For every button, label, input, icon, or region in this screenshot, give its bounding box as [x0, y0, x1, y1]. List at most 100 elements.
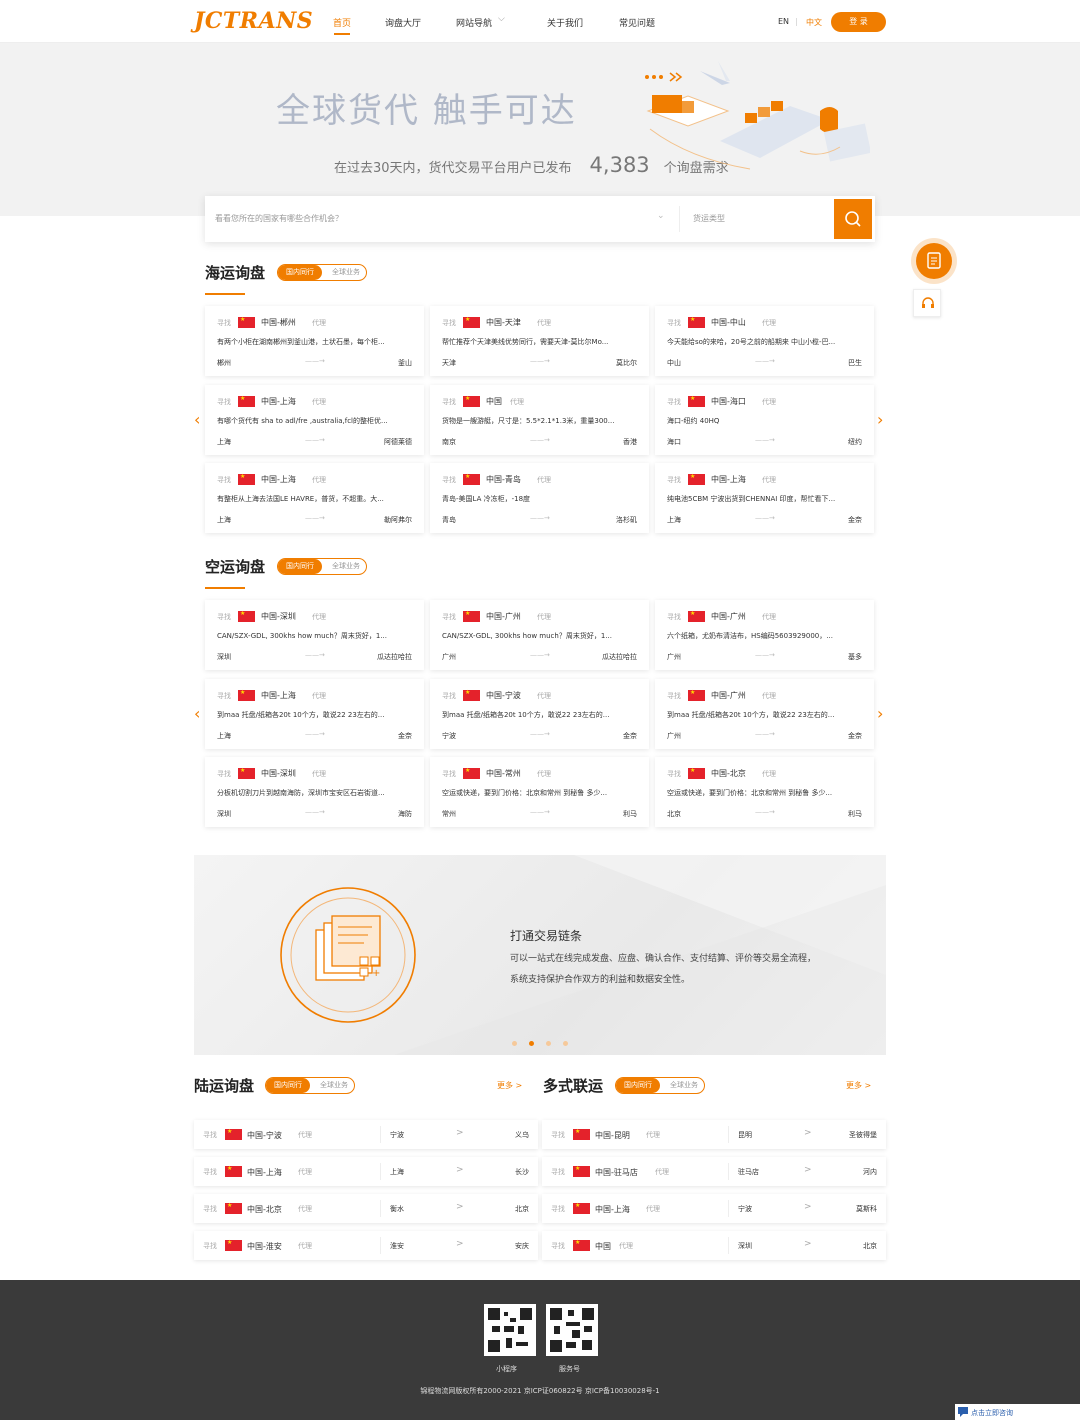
card-role: 代理 — [762, 770, 776, 778]
inquiry-card[interactable]: 寻找 中国-青岛 代理青岛-美国LA 冷冻柜，-18度青岛 ——→ 洛杉矶 — [430, 463, 649, 533]
multimodal-more-link[interactable]: 更多 > — [846, 1080, 871, 1091]
china-flag-icon — [238, 473, 255, 485]
seek-label: 寻找 — [551, 1168, 565, 1176]
row-role: 代理 — [298, 1131, 312, 1139]
search-divider — [679, 206, 680, 232]
carousel-dot[interactable] — [529, 1041, 534, 1046]
route-arrow-icon: ——→ — [305, 729, 325, 738]
card-description: 今天能给so的来哈，20号之前的船期来 中山小榄-巴... — [667, 338, 836, 346]
toggle-domestic[interactable]: 国内同行 — [266, 1078, 310, 1093]
login-button[interactable]: 登 录 — [831, 12, 886, 32]
row-origin: 衡水 — [390, 1205, 404, 1213]
card-role: 代理 — [762, 319, 776, 327]
list-item[interactable]: 寻找 中国-上海 代理 上海 > 长沙 — [194, 1157, 538, 1186]
route-arrow-icon: ——→ — [305, 808, 325, 816]
list-item[interactable]: 寻找 中国-驻马店 代理 驻马店 > 河内 — [542, 1157, 886, 1186]
card-destination: 金奈 — [848, 516, 862, 524]
seek-label: 寻找 — [551, 1242, 565, 1250]
toggle-global[interactable]: 全球业务 — [326, 559, 366, 574]
nav-about[interactable]: 关于我们 — [547, 16, 583, 29]
float-inquiry-button[interactable] — [911, 238, 957, 284]
card-destination: 勒阿弗尔 — [384, 516, 412, 524]
china-flag-icon — [225, 1128, 242, 1140]
toggle-domestic[interactable]: 国内同行 — [278, 559, 322, 574]
inquiry-card[interactable]: 寻找 中国-深圳 代理分板机切割刀片到越南海防，深圳市宝安区石岩街道... 深圳 ——→… — [205, 757, 424, 827]
route-arrow-icon: ——→ — [530, 808, 550, 816]
inquiry-card[interactable]: 寻找 中国-北京 代理空运或快递，要到门价格：北京和常州 到秘鲁 多少... 北京 ——… — [655, 757, 874, 827]
toggle-domestic[interactable]: 国内同行 — [278, 265, 322, 280]
inquiry-card[interactable]: 寻找 中国-郴州 代理有两个小柜在湖南郴州到釜山港，土状石墨，每个柜... 郴州 ——→… — [205, 306, 424, 376]
inquiry-card[interactable]: 寻找 中国-海口 代理海口-纽约 40HQ 海口 ——→ 纽约 — [655, 384, 874, 455]
nav-home[interactable]: 首页 — [333, 16, 351, 29]
china-flag-icon — [238, 689, 255, 701]
inquiry-card[interactable]: 寻找 中国-上海 代理纯电池5CBM 宁波出货到CHENNAI 印度，帮忙看下...… — [655, 463, 874, 533]
list-item[interactable]: 寻找 中国-昆明 代理 昆明 > 圣彼得堡 — [542, 1120, 886, 1149]
logo[interactable]: JCTRANS — [194, 8, 313, 34]
list-item[interactable]: 寻找 中国代理 深圳 > 北京 — [542, 1231, 886, 1260]
row-divider — [380, 1163, 381, 1180]
lang-zh[interactable]: 中文 — [806, 17, 822, 28]
inquiry-card[interactable]: 寻找 中国-广州 代理 CAN/SZX-GDL, 300khs how much？周末… — [430, 600, 649, 670]
card-origin: 上海 — [217, 731, 231, 740]
chevron-right-icon: > — [456, 1202, 464, 1212]
inquiry-card[interactable]: 寻找 中国-深圳 代理 CAN/SZX-GDL, 300khs how much？周末… — [205, 600, 424, 670]
nav-inquiry-hall[interactable]: 询盘大厅 — [385, 16, 421, 29]
toggle-domestic[interactable]: 国内同行 — [616, 1078, 660, 1093]
inquiry-card[interactable]: 寻找 中国-天津 代理帮忙推荐个天津美线优势同行，需要天津-莫比尔Mo... 天津 ——… — [430, 306, 649, 376]
nav-site-navigation[interactable]: 网站导航 — [456, 16, 492, 29]
card-description: 有哪个货代有 sha to adl/fre ,australia,fcl的整柜优… — [217, 416, 388, 425]
list-item[interactable]: 寻找 中国-上海 代理 宁波 > 莫斯科 — [542, 1194, 886, 1223]
toggle-global[interactable]: 全球业务 — [314, 1078, 354, 1093]
list-item[interactable]: 寻找 中国-淮安 代理 淮安 > 安庆 — [194, 1231, 538, 1260]
china-flag-icon — [573, 1202, 590, 1214]
carousel-dot[interactable] — [546, 1041, 551, 1046]
inquiry-card[interactable]: 寻找 中国-常州 代理空运或快递，要到门价格：北京和常州 到秘鲁 多少... 常州 ——… — [430, 757, 649, 827]
seek-label: 寻找 — [203, 1205, 217, 1213]
carousel-dot[interactable] — [512, 1041, 517, 1046]
route-arrow-icon: ——→ — [755, 514, 775, 522]
card-origin: 南京 — [442, 437, 456, 446]
chevron-down-icon[interactable]: ⌄ — [657, 211, 665, 221]
route-arrow-icon: ——→ — [755, 808, 775, 816]
card-origin: 天津 — [442, 359, 456, 367]
chevron-down-icon[interactable]: ⌵ — [498, 14, 505, 24]
seek-label: 寻找 — [217, 613, 231, 621]
china-flag-icon — [225, 1202, 242, 1214]
inquiry-card[interactable]: 寻找 中国-上海 代理有整柜从上海去法国LE HAVRE，普货，不超重。大... 上海… — [205, 463, 424, 533]
card-description: 空运或快递，要到门价格：北京和常州 到秘鲁 多少... — [667, 789, 833, 797]
card-destination: 瓜达拉哈拉 — [377, 653, 412, 661]
card-description: 到maa 托盘/纸箱各20t 10个方，敢说22 23左右的... — [667, 710, 835, 719]
hero-banner: 全球货代 触手可达 在过去30天内，货代交易平台用户已发布 4,383 个询盘需求 — [0, 43, 1080, 216]
lang-en[interactable]: EN — [778, 17, 789, 26]
seek-label: 寻找 — [203, 1242, 217, 1250]
list-item[interactable]: 寻找 中国-北京 代理 衡水 > 北京 — [194, 1194, 538, 1223]
row-origin: 驻马店 — [738, 1168, 759, 1176]
carousel-prev-icon[interactable]: ‹ — [194, 704, 200, 723]
toggle-global[interactable]: 全球业务 — [326, 265, 366, 280]
inquiry-card[interactable]: 寻找 中国-上海 代理到maa 托盘/纸箱各20t 10个方，敢说22 23左右的.… — [205, 678, 424, 749]
inquiry-card[interactable]: 寻找 中国-上海 代理有哪个货代有 sha to adl/fre ,australi… — [205, 384, 424, 455]
search-input[interactable]: 看看您所在的国家有哪些合作机会？ — [215, 213, 343, 224]
inquiry-card[interactable]: 寻找 中国-中山 代理今天能给so的来哈，20号之前的船期来 中山小榄-巴... 中山… — [655, 306, 874, 376]
list-item[interactable]: 寻找 中国-宁波 代理 宁波 > 义乌 — [194, 1120, 538, 1149]
land-more-link[interactable]: 更多 > — [497, 1080, 522, 1091]
card-description: 分板机切割刀片到越南海防，深圳市宝安区石岩街道... — [217, 789, 385, 797]
seek-label: 寻找 — [203, 1131, 217, 1139]
search-button[interactable] — [834, 199, 872, 239]
card-origin: 郴州 — [217, 359, 231, 367]
inquiry-card[interactable]: 寻找 中国-广州 代理六个纸箱，尤奶布清洁布，HS编码5603929000，... 广… — [655, 600, 874, 670]
toggle-global[interactable]: 全球业务 — [664, 1078, 704, 1093]
cargo-type-select[interactable]: 货运类型 — [693, 213, 725, 224]
inquiry-card[interactable]: 寻找 中国-广州 代理到maa 托盘/纸箱各20t 10个方，敢说22 23左右的.… — [655, 678, 874, 749]
carousel-next-icon[interactable]: › — [877, 410, 883, 429]
carousel-dot[interactable] — [563, 1041, 568, 1046]
customer-service-button[interactable] — [913, 289, 941, 317]
nav-faq[interactable]: 常见问题 — [619, 16, 655, 29]
china-flag-icon — [688, 395, 705, 407]
carousel-next-icon[interactable]: › — [877, 704, 883, 723]
card-description: 到maa 托盘/纸箱各20t 10个方，敢说22 23左右的... — [217, 710, 385, 719]
carousel-prev-icon[interactable]: ‹ — [194, 410, 200, 429]
chat-consult-button[interactable]: 点击立即咨询 — [955, 1404, 1080, 1420]
inquiry-card[interactable]: 寻找 中国代理货物是一艘游艇，尺寸是：5.5*2.1*1.3米，重量300... 南… — [430, 384, 649, 455]
inquiry-card[interactable]: 寻找 中国-宁波 代理到maa 托盘/纸箱各20t 10个方，敢说22 23左右的.… — [430, 678, 649, 749]
